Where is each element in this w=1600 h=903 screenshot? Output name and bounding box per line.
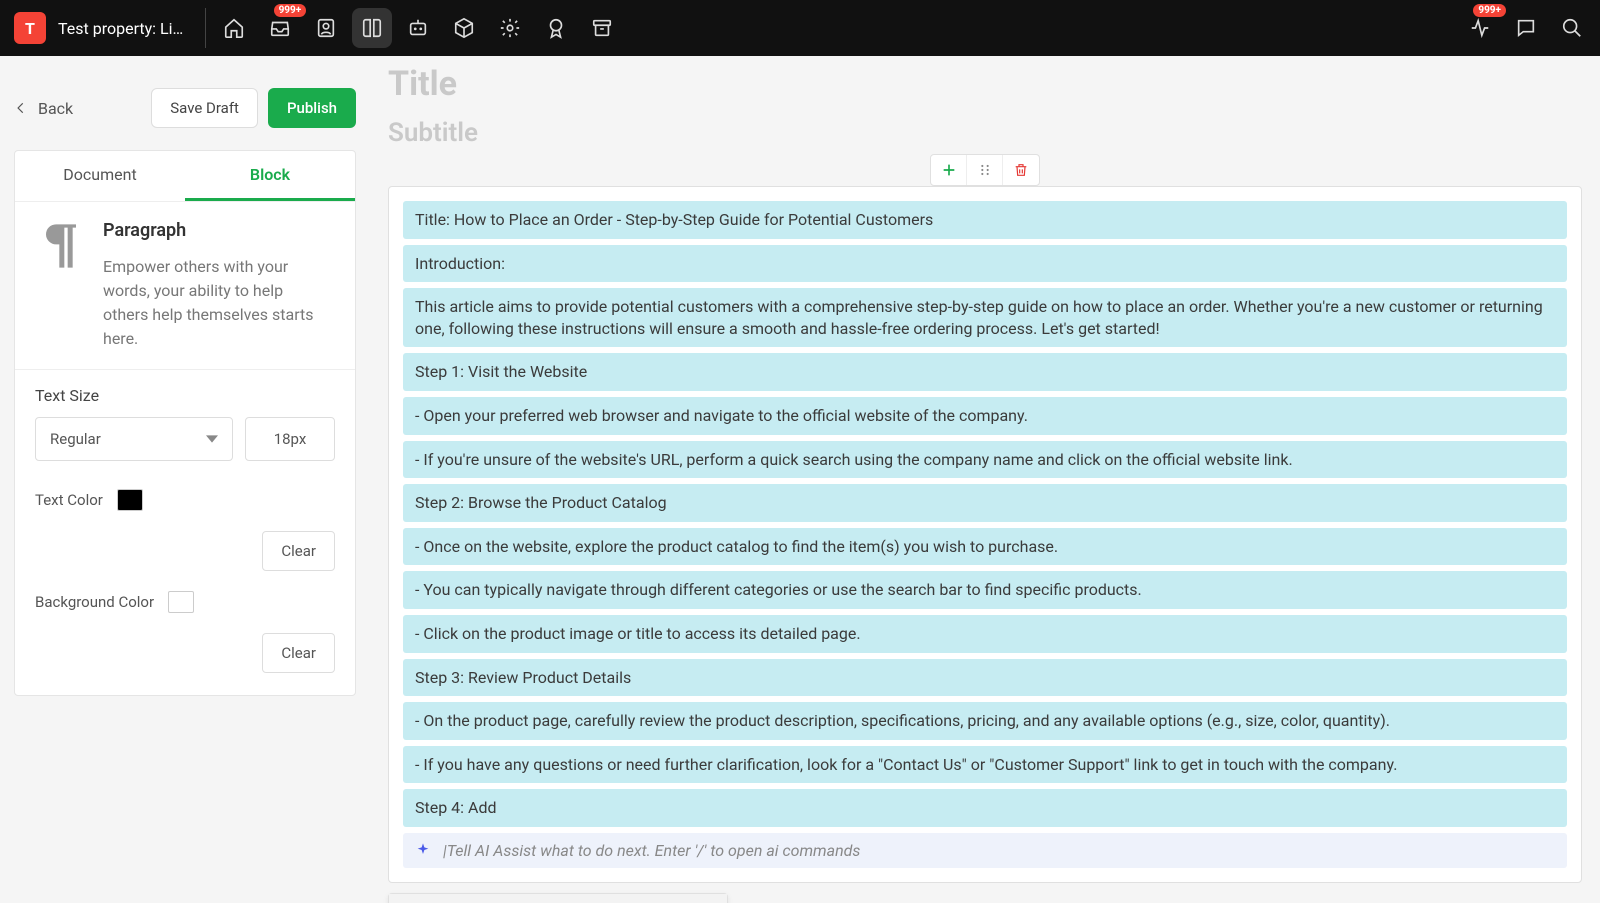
- settings-icon[interactable]: [490, 8, 530, 48]
- content-line[interactable]: Step 3: Review Product Details: [403, 659, 1567, 697]
- bg-color-label: Background Color: [35, 593, 154, 611]
- activity-icon[interactable]: 999+: [1460, 8, 1500, 48]
- content-line[interactable]: - Open your preferred web browser and na…: [403, 397, 1567, 435]
- content-line[interactable]: - If you're unsure of the website's URL,…: [403, 441, 1567, 479]
- add-block-button[interactable]: [931, 155, 967, 185]
- delete-block-button[interactable]: [1003, 155, 1039, 185]
- home-icon[interactable]: [214, 8, 254, 48]
- top-bar: T Test property: Li… 999+ 999+: [0, 0, 1600, 56]
- editor-content: Title Subtitle Title: How to Place an Or…: [370, 56, 1600, 903]
- properties-panel: Document Block Paragraph Empower others …: [14, 150, 356, 696]
- font-px-input[interactable]: 18px: [245, 417, 335, 461]
- bg-color-swatch[interactable]: [168, 591, 194, 613]
- contacts-icon[interactable]: [306, 8, 346, 48]
- content-line[interactable]: - Once on the website, explore the produ…: [403, 528, 1567, 566]
- sidebar: Back Save Draft Publish Document Block P…: [0, 56, 370, 903]
- back-label: Back: [38, 99, 73, 118]
- sparkle-icon: [415, 842, 431, 858]
- chevron-down-icon: [206, 433, 218, 445]
- content-line[interactable]: This article aims to provide potential c…: [403, 288, 1567, 347]
- chat-icon[interactable]: [1506, 8, 1546, 48]
- content-line[interactable]: Title: How to Place an Order - Step-by-S…: [403, 201, 1567, 239]
- property-badge[interactable]: T: [14, 12, 46, 44]
- save-draft-button[interactable]: Save Draft: [151, 88, 258, 128]
- content-line[interactable]: - You can typically navigate through dif…: [403, 571, 1567, 609]
- property-badge-letter: T: [25, 19, 35, 38]
- nav-icons-right: 999+: [1460, 8, 1592, 48]
- drag-handle-button[interactable]: [967, 155, 1003, 185]
- subtitle-placeholder[interactable]: Subtitle: [388, 118, 1582, 148]
- package-icon[interactable]: [444, 8, 484, 48]
- text-color-swatch[interactable]: [117, 489, 143, 511]
- ai-menu: Done Continue writing Retry Discard: [388, 893, 728, 903]
- publish-button[interactable]: Publish: [268, 88, 356, 128]
- inbox-icon[interactable]: 999+: [260, 8, 300, 48]
- paragraph-icon: [41, 220, 81, 351]
- block-type-title: Paragraph: [103, 220, 329, 241]
- tab-block[interactable]: Block: [185, 151, 355, 201]
- title-placeholder[interactable]: Title: [388, 64, 1582, 104]
- text-size-select[interactable]: Regular: [35, 417, 233, 461]
- ai-menu-done[interactable]: Done: [389, 894, 727, 903]
- content-line[interactable]: - On the product page, carefully review …: [403, 702, 1567, 740]
- chevron-left-icon: [14, 101, 28, 115]
- award-icon[interactable]: [536, 8, 576, 48]
- text-size-label: Text Size: [35, 386, 335, 405]
- block-toolbar: [388, 154, 1582, 186]
- archive-icon[interactable]: [582, 8, 622, 48]
- nav-icons: 999+: [214, 8, 622, 48]
- content-line[interactable]: Step 2: Browse the Product Catalog: [403, 484, 1567, 522]
- content-line[interactable]: Introduction:: [403, 245, 1567, 283]
- text-size-value: Regular: [50, 430, 101, 448]
- paragraph-block[interactable]: Title: How to Place an Order - Step-by-S…: [388, 186, 1582, 883]
- property-label[interactable]: Test property: Li…: [58, 19, 183, 38]
- content-line[interactable]: - If you have any questions or need furt…: [403, 746, 1567, 784]
- ai-assist-row: [403, 833, 1567, 868]
- content-line[interactable]: Step 4: Add: [403, 789, 1567, 827]
- tab-document[interactable]: Document: [15, 151, 185, 201]
- ai-assist-input[interactable]: [443, 841, 1555, 860]
- clear-bg-color-button[interactable]: Clear: [262, 633, 335, 673]
- content-line[interactable]: - Click on the product image or title to…: [403, 615, 1567, 653]
- block-type-desc: Empower others with your words, your abi…: [103, 255, 329, 351]
- text-color-label: Text Color: [35, 491, 103, 509]
- clear-text-color-button[interactable]: Clear: [262, 531, 335, 571]
- content-line[interactable]: Step 1: Visit the Website: [403, 353, 1567, 391]
- back-button[interactable]: Back: [14, 99, 73, 118]
- bot-icon[interactable]: [398, 8, 438, 48]
- activity-badge: 999+: [1473, 4, 1506, 17]
- divider: [205, 8, 206, 48]
- inbox-badge: 999+: [274, 4, 307, 17]
- knowledge-icon[interactable]: [352, 8, 392, 48]
- search-icon[interactable]: [1552, 8, 1592, 48]
